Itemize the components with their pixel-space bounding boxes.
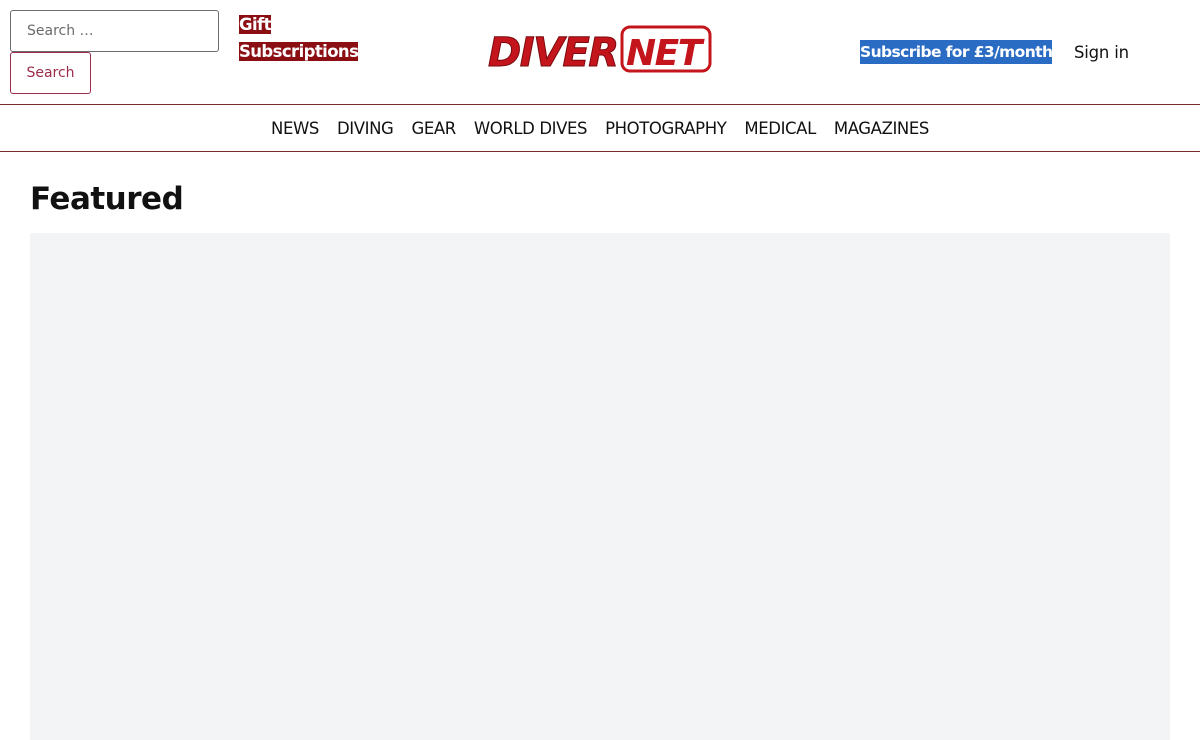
nav-item-diving[interactable]: DIVING <box>337 119 394 138</box>
nav-item-magazines[interactable]: MAGAZINES <box>834 119 930 138</box>
nav-item-photography[interactable]: PHOTOGRAPHY <box>605 119 727 138</box>
featured-content-panel <box>30 233 1170 740</box>
gift-link-line-1: Gift <box>239 15 271 34</box>
gift-subscriptions-link[interactable]: Gift Subscriptions <box>239 11 359 65</box>
site-header: Search Gift Subscriptions DIVER NET Subs… <box>0 0 1200 104</box>
sign-in-link[interactable]: Sign in <box>1074 41 1129 65</box>
logo-text-diver: DIVER <box>488 30 618 74</box>
divernet-logo: DIVER NET <box>488 25 712 74</box>
featured-heading: Featured <box>30 181 184 217</box>
logo-text-net: NET <box>626 33 705 74</box>
subscribe-link[interactable]: Subscribe for £3/month <box>860 40 1053 64</box>
nav-item-gear[interactable]: GEAR <box>411 119 456 138</box>
nav-item-world-dives[interactable]: WORLD DIVES <box>474 119 588 138</box>
search-button[interactable]: Search <box>10 52 91 94</box>
search-input[interactable] <box>10 10 219 52</box>
gift-link-line-2: Subscriptions <box>239 42 359 61</box>
nav-item-news[interactable]: NEWS <box>271 119 319 138</box>
main-nav: NEWS DIVING GEAR WORLD DIVES PHOTOGRAPHY… <box>0 104 1200 152</box>
nav-item-medical[interactable]: MEDICAL <box>744 119 816 138</box>
